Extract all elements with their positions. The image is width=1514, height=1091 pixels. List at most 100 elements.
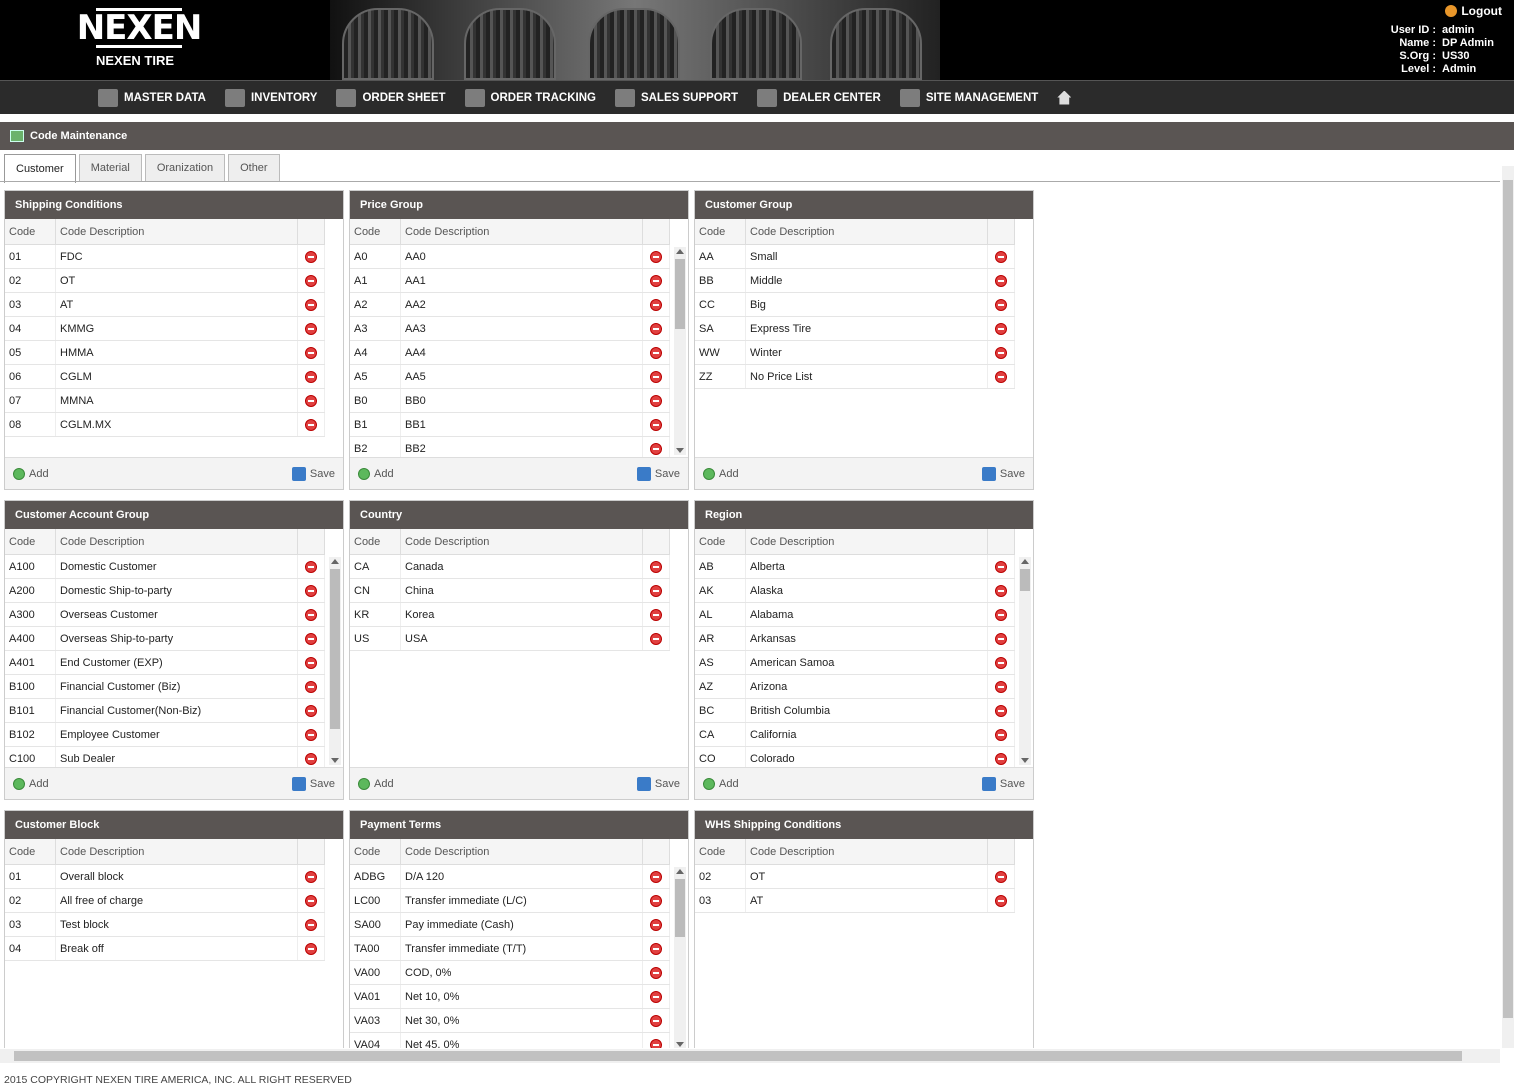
code-cell[interactable]: 01 — [5, 245, 56, 268]
delete-row-icon[interactable] — [650, 632, 662, 645]
description-cell[interactable]: OT — [56, 269, 298, 292]
description-cell[interactable]: Financial Customer (Biz) — [56, 675, 298, 698]
table-row[interactable]: A2 AA2 — [350, 293, 670, 317]
delete-row-icon[interactable] — [650, 298, 662, 311]
code-cell[interactable]: CA — [695, 723, 746, 746]
code-cell[interactable]: 03 — [5, 293, 56, 316]
delete-row-icon[interactable] — [995, 656, 1007, 669]
add-button[interactable]: Add — [358, 777, 394, 790]
table-row[interactable]: 04 KMMG — [5, 317, 325, 341]
nav-master-data[interactable]: MASTER DATA — [98, 88, 206, 107]
description-cell[interactable]: Transfer immediate (L/C) — [401, 889, 643, 912]
description-cell[interactable]: AA3 — [401, 317, 643, 340]
table-row[interactable]: BC British Columbia — [695, 699, 1015, 723]
description-cell[interactable]: California — [746, 723, 988, 746]
code-cell[interactable]: B100 — [5, 675, 56, 698]
description-cell[interactable]: Alberta — [746, 555, 988, 578]
add-button[interactable]: Add — [13, 467, 49, 480]
description-cell[interactable]: BB1 — [401, 413, 643, 436]
nav-dealer-center[interactable]: DEALER CENTER — [757, 88, 881, 107]
home-icon[interactable] — [1057, 90, 1072, 105]
delete-row-icon[interactable] — [305, 680, 317, 693]
description-cell[interactable]: CGLM.MX — [56, 413, 298, 436]
delete-row-icon[interactable] — [995, 584, 1007, 597]
table-row[interactable]: A0 AA0 — [350, 245, 670, 269]
table-row[interactable]: C100 Sub Dealer — [5, 747, 325, 767]
delete-row-icon[interactable] — [305, 418, 317, 431]
save-button[interactable]: Save — [291, 776, 335, 791]
add-button[interactable]: Add — [703, 777, 739, 790]
delete-row-icon[interactable] — [650, 274, 662, 287]
code-cell[interactable]: A0 — [350, 245, 401, 268]
scroll-down-icon[interactable] — [1021, 758, 1029, 763]
code-cell[interactable]: AL — [695, 603, 746, 626]
delete-row-icon[interactable] — [995, 560, 1007, 573]
description-cell[interactable]: China — [401, 579, 643, 602]
delete-row-icon[interactable] — [650, 394, 662, 407]
delete-row-icon[interactable] — [650, 990, 662, 1003]
table-row[interactable]: 07 MMNA — [5, 389, 325, 413]
code-cell[interactable]: ADBG — [350, 865, 401, 888]
table-row[interactable]: ZZ No Price List — [695, 365, 1015, 389]
description-cell[interactable]: Canada — [401, 555, 643, 578]
table-row[interactable]: VA01 Net 10, 0% — [350, 985, 670, 1009]
description-cell[interactable]: Net 10, 0% — [401, 985, 643, 1008]
table-row[interactable]: VA00 COD, 0% — [350, 961, 670, 985]
table-row[interactable]: CN China — [350, 579, 670, 603]
description-cell[interactable]: KMMG — [56, 317, 298, 340]
delete-row-icon[interactable] — [305, 584, 317, 597]
delete-row-icon[interactable] — [305, 728, 317, 741]
description-cell[interactable]: FDC — [56, 245, 298, 268]
delete-row-icon[interactable] — [650, 966, 662, 979]
delete-row-icon[interactable] — [305, 274, 317, 287]
table-row[interactable]: A1 AA1 — [350, 269, 670, 293]
code-cell[interactable]: VA01 — [350, 985, 401, 1008]
table-row[interactable]: AB Alberta — [695, 555, 1015, 579]
code-cell[interactable]: AK — [695, 579, 746, 602]
delete-row-icon[interactable] — [995, 346, 1007, 359]
table-row[interactable]: 06 CGLM — [5, 365, 325, 389]
table-row[interactable]: 08 CGLM.MX — [5, 413, 325, 437]
code-cell[interactable]: A4 — [350, 341, 401, 364]
delete-row-icon[interactable] — [650, 560, 662, 573]
code-cell[interactable]: B101 — [5, 699, 56, 722]
save-button[interactable]: Save — [636, 776, 680, 791]
description-cell[interactable]: Overall block — [56, 865, 298, 888]
code-cell[interactable]: VA04 — [350, 1033, 401, 1048]
delete-row-icon[interactable] — [650, 442, 662, 455]
code-cell[interactable]: BC — [695, 699, 746, 722]
table-row[interactable]: VA04 Net 45, 0% — [350, 1033, 670, 1048]
table-row[interactable]: AR Arkansas — [695, 627, 1015, 651]
delete-row-icon[interactable] — [995, 680, 1007, 693]
main-vertical-scrollbar[interactable] — [1502, 166, 1514, 1048]
nav-site-management[interactable]: SITE MANAGEMENT — [899, 88, 1038, 107]
delete-row-icon[interactable] — [305, 656, 317, 669]
description-cell[interactable]: Pay immediate (Cash) — [401, 913, 643, 936]
table-row[interactable]: US USA — [350, 627, 670, 651]
description-cell[interactable]: Break off — [56, 937, 298, 960]
delete-row-icon[interactable] — [305, 942, 317, 955]
delete-row-icon[interactable] — [995, 728, 1007, 741]
table-row[interactable]: B102 Employee Customer — [5, 723, 325, 747]
grid-scrollbar[interactable] — [329, 557, 341, 765]
code-cell[interactable]: VA00 — [350, 961, 401, 984]
save-button[interactable]: Save — [291, 466, 335, 481]
table-row[interactable]: 03 AT — [5, 293, 325, 317]
nav-order-tracking[interactable]: ORDER TRACKING — [464, 88, 596, 107]
code-cell[interactable]: 02 — [5, 269, 56, 292]
code-cell[interactable]: 04 — [5, 937, 56, 960]
table-row[interactable]: 03 Test block — [5, 913, 325, 937]
code-cell[interactable]: 07 — [5, 389, 56, 412]
delete-row-icon[interactable] — [305, 752, 317, 765]
description-cell[interactable]: Transfer immediate (T/T) — [401, 937, 643, 960]
table-row[interactable]: A401 End Customer (EXP) — [5, 651, 325, 675]
code-cell[interactable]: 05 — [5, 341, 56, 364]
description-cell[interactable]: COD, 0% — [401, 961, 643, 984]
description-cell[interactable]: MMNA — [56, 389, 298, 412]
description-cell[interactable]: British Columbia — [746, 699, 988, 722]
code-cell[interactable]: A401 — [5, 651, 56, 674]
table-row[interactable]: VA03 Net 30, 0% — [350, 1009, 670, 1033]
code-cell[interactable]: 02 — [695, 865, 746, 888]
delete-row-icon[interactable] — [995, 894, 1007, 907]
code-cell[interactable]: A400 — [5, 627, 56, 650]
